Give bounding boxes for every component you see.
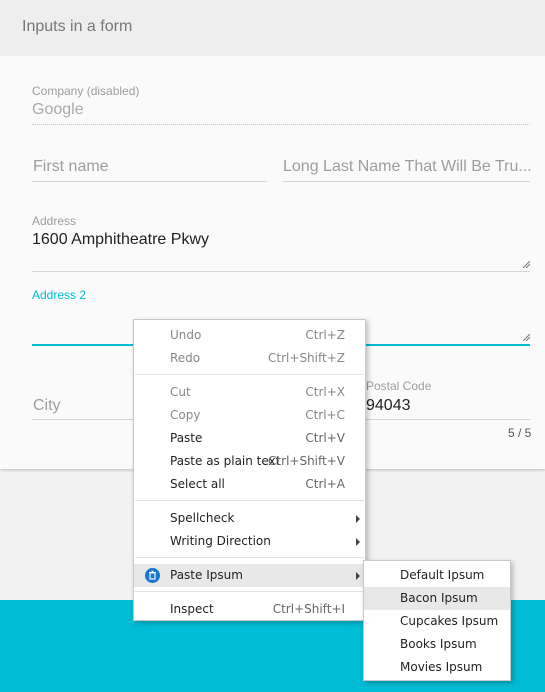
menu-item-label: Cut	[170, 385, 191, 399]
menu-item-paste[interactable]: Paste Ctrl+V	[134, 427, 365, 450]
submenu-item-cupcakes-ipsum[interactable]: Cupcakes Ipsum	[364, 610, 510, 633]
menu-item-redo[interactable]: Redo Ctrl+Shift+Z	[134, 347, 365, 370]
company-underline	[32, 124, 530, 125]
trash-can-icon	[145, 568, 160, 583]
last-name-underline	[283, 181, 530, 182]
menu-item-paste-plain[interactable]: Paste as plain text Ctrl+Shift+V	[134, 450, 365, 473]
menu-item-paste-ipsum[interactable]: Paste Ipsum	[134, 564, 365, 587]
submenu-item-books-ipsum[interactable]: Books Ipsum	[364, 633, 510, 656]
submenu-item-label: Books Ipsum	[400, 637, 477, 651]
menu-item-label: Copy	[170, 408, 201, 422]
menu-item-label: Inspect	[170, 602, 214, 616]
menu-item-label: Undo	[170, 328, 202, 342]
submenu-item-label: Bacon Ipsum	[400, 591, 478, 605]
menu-item-undo[interactable]: Undo Ctrl+Z	[134, 324, 365, 347]
submenu-item-label: Movies Ipsum	[400, 660, 483, 674]
submenu-item-bacon-ipsum[interactable]: Bacon Ipsum	[364, 587, 510, 610]
menu-separator	[135, 557, 364, 558]
company-field: Google	[32, 101, 84, 118]
context-menu: Undo Ctrl+Z Redo Ctrl+Shift+Z Cut Ctrl+X…	[133, 319, 366, 621]
menu-item-inspect[interactable]: Inspect Ctrl+Shift+I	[134, 598, 365, 621]
menu-item-shortcut: Ctrl+X	[305, 385, 345, 399]
submenu-item-default-ipsum[interactable]: Default Ipsum	[364, 564, 510, 587]
submenu-item-movies-ipsum[interactable]: Movies Ipsum	[364, 656, 510, 679]
menu-item-shortcut: Ctrl+A	[305, 477, 345, 491]
menu-item-select-all[interactable]: Select all Ctrl+A	[134, 473, 365, 496]
menu-item-label: Select all	[170, 477, 225, 491]
address-label: Address	[32, 214, 77, 228]
menu-item-label: Paste Ipsum	[170, 568, 243, 582]
resize-grip-icon[interactable]	[523, 334, 530, 341]
menu-separator	[135, 591, 364, 592]
menu-separator	[135, 374, 364, 375]
menu-item-label: Writing Direction	[170, 534, 271, 548]
address-field[interactable]: 1600 Amphitheatre Pkwy	[32, 231, 209, 249]
resize-grip-icon[interactable]	[523, 261, 530, 268]
postal-code-underline	[366, 419, 530, 420]
address-underline	[32, 271, 530, 272]
postal-code-label: Postal Code	[366, 379, 432, 393]
menu-item-label: Paste as plain text	[170, 454, 281, 468]
menu-item-shortcut: Ctrl+Shift+V	[268, 454, 345, 468]
menu-item-copy[interactable]: Copy Ctrl+C	[134, 404, 365, 427]
menu-item-label: Paste	[170, 431, 203, 445]
menu-item-shortcut: Ctrl+V	[305, 431, 345, 445]
menu-item-shortcut: Ctrl+Shift+Z	[268, 351, 345, 365]
menu-item-writing-direction[interactable]: Writing Direction	[134, 530, 365, 553]
menu-item-label: Spellcheck	[170, 511, 235, 525]
postal-code-field[interactable]: 94043	[366, 397, 411, 415]
menu-item-shortcut: Ctrl+Z	[305, 328, 345, 342]
submenu-item-label: Default Ipsum	[400, 568, 485, 582]
city-field[interactable]: City	[33, 397, 61, 415]
submenu-item-label: Cupcakes Ipsum	[400, 614, 499, 628]
paste-ipsum-submenu: Default Ipsum Bacon Ipsum Cupcakes Ipsum…	[363, 560, 511, 681]
menu-separator	[135, 500, 364, 501]
menu-item-shortcut: Ctrl+Shift+I	[272, 602, 345, 616]
last-name-field[interactable]: Long Last Name That Will Be Tru...	[283, 158, 531, 176]
first-name-field[interactable]: First name	[33, 158, 109, 176]
char-counter: 5 / 5	[508, 426, 532, 440]
menu-item-label: Redo	[170, 351, 201, 365]
menu-item-cut[interactable]: Cut Ctrl+X	[134, 381, 365, 404]
card-header: Inputs in a form	[0, 0, 545, 56]
submenu-arrow-icon	[356, 515, 360, 523]
menu-item-shortcut: Ctrl+C	[305, 408, 345, 422]
company-label: Company (disabled)	[32, 84, 140, 98]
submenu-arrow-icon	[356, 538, 360, 546]
card-title: Inputs in a form	[22, 18, 133, 35]
submenu-arrow-icon	[356, 572, 360, 580]
address2-label: Address 2	[32, 288, 87, 302]
menu-item-spellcheck[interactable]: Spellcheck	[134, 507, 365, 530]
first-name-underline	[32, 181, 267, 182]
